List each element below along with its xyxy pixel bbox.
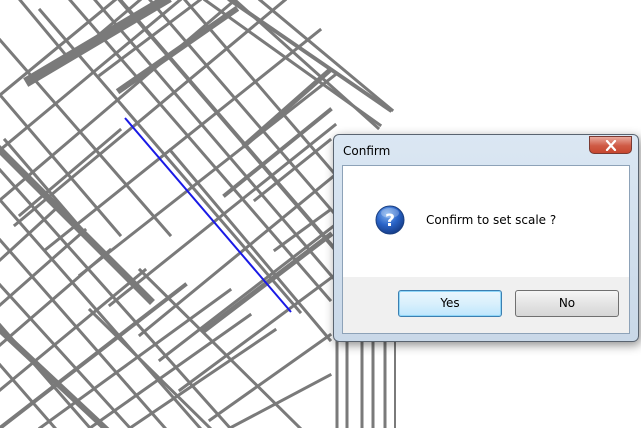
svg-text:?: ? (385, 211, 395, 231)
structure-line (18, 0, 73, 63)
dialog-message: Confirm to set scale ? (426, 213, 557, 227)
structure-line (0, 37, 173, 238)
structure-line (72, 0, 143, 58)
dialog-titlebar[interactable]: Confirm (334, 135, 638, 164)
dialog-body: ? Confirm to set scale ? Yes No (342, 165, 630, 334)
cad-workspace[interactable]: Confirm ? Confirm to set scale ? Yes No (0, 0, 641, 428)
structure-line (232, 0, 381, 131)
close-icon (605, 140, 617, 151)
close-button[interactable] (589, 136, 632, 154)
no-button[interactable]: No (515, 290, 619, 317)
dialog-title: Confirm (343, 144, 391, 158)
question-icon: ? (375, 205, 405, 235)
message-area: ? Confirm to set scale ? (343, 166, 629, 277)
scale-reference-line[interactable] (124, 117, 292, 313)
confirm-dialog: Confirm ? Confirm to set scale ? Yes No (333, 134, 639, 342)
structure-line (0, 227, 88, 308)
structure-line (127, 327, 278, 428)
structure-line (0, 0, 118, 97)
structure-line (107, 122, 338, 308)
yes-button[interactable]: Yes (398, 290, 502, 317)
structure-line (227, 372, 333, 428)
